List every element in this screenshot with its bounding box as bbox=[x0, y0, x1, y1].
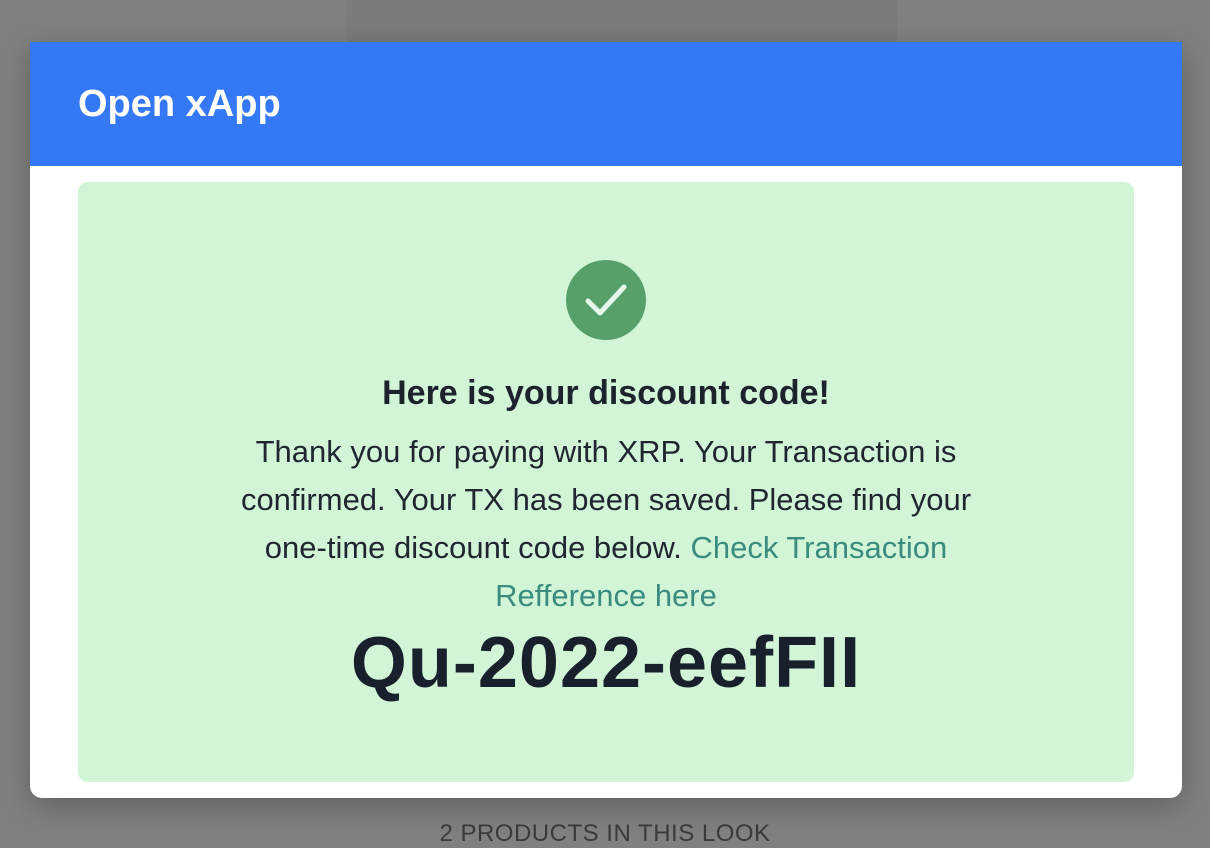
background-products-text: 2 PRODUCTS IN THIS LOOK bbox=[439, 820, 771, 847]
modal-header: Open xApp bbox=[30, 42, 1182, 166]
discount-code: Qu-2022-eefFII bbox=[350, 623, 862, 703]
check-circle-icon bbox=[566, 260, 646, 340]
success-heading: Here is your discount code! bbox=[382, 374, 830, 412]
open-xapp-modal: Open xApp Here is your discount code! Th… bbox=[30, 42, 1182, 798]
success-panel: Here is your discount code! Thank you fo… bbox=[78, 182, 1134, 782]
success-message: Thank you for paying with XRP. Your Tran… bbox=[216, 428, 996, 620]
modal-title: Open xApp bbox=[78, 82, 281, 125]
